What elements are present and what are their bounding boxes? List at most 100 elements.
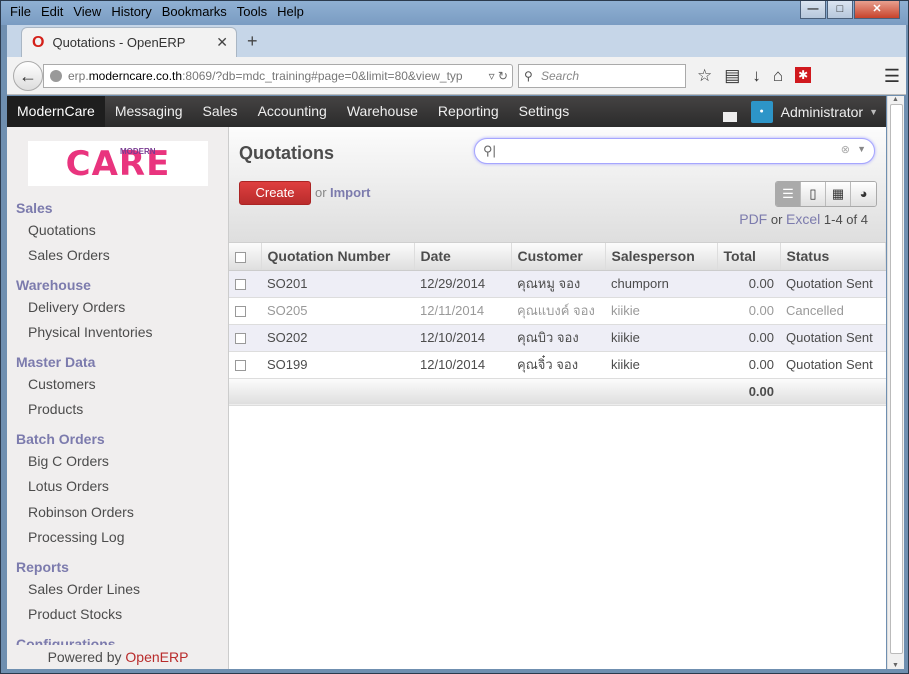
export-excel-link[interactable]: Excel [786,211,820,227]
menu-tools[interactable]: Tools [232,3,272,23]
clear-search-icon[interactable]: ⊗ [841,143,850,156]
checkbox-icon[interactable] [235,360,246,372]
search-input[interactable]: ⚲| ⊗ ▼ [474,138,875,164]
menu-help[interactable]: Help [272,3,309,23]
column-quotation-number[interactable]: Quotation Number [261,243,415,271]
table-row[interactable]: SO199 12/10/2014 คุณจิ๋ว จอง kiikie 0.00… [229,351,886,379]
scroll-down-icon[interactable]: ▼ [892,662,899,669]
new-tab-icon[interactable]: + [247,31,258,52]
table-row[interactable]: SO202 12/10/2014 คุณบิว จอง kiikie 0.00 … [229,324,886,352]
sidebar-item-processing-log[interactable]: Processing Log [28,529,125,545]
pager-range[interactable]: 1-4 of 4 [824,212,868,227]
table-row[interactable]: SO201 12/29/2014 คุณหมู จอง chumporn 0.0… [229,270,886,298]
list-view-icon[interactable]: ☰ [776,182,801,206]
minimize-icon[interactable]: — [800,1,826,19]
graph-view-icon[interactable]: ◕ [851,182,876,206]
checkbox-icon[interactable] [235,306,246,318]
view-switcher: ☰ ▯ ▦ ◕ [775,181,877,207]
row-checkbox[interactable] [229,270,261,298]
view-header: Quotations ⚲| ⊗ ▼ Create or Import ☰ ▯ ▦… [229,127,886,243]
home-icon[interactable]: ⌂ [773,66,783,86]
checkbox-icon[interactable] [235,333,246,345]
sidebar-item-delivery-orders[interactable]: Delivery Orders [28,299,125,315]
tab-title: Quotations - OpenERP [52,35,186,50]
or-label: or [315,185,327,200]
checkbox-icon[interactable] [235,252,246,264]
nav-settings[interactable]: Settings [509,96,580,127]
sidebar-item-big-c-orders[interactable]: Big C Orders [28,453,109,469]
cell-date: 12/11/2014 [414,297,511,325]
close-window-icon[interactable]: ✕ [854,1,900,19]
bookmark-star-icon[interactable]: ☆ [697,66,712,86]
nav-accounting[interactable]: Accounting [248,96,337,127]
sidebar-section-batch-orders: Batch Orders [16,431,105,447]
quotations-table: Quotation Number Date Customer Salespers… [229,243,886,406]
sidebar-item-physical-inventories[interactable]: Physical Inventories [28,324,153,340]
menu-file[interactable]: File [5,3,36,23]
browser-tab[interactable]: O Quotations - OpenERP ✕ [21,27,237,57]
openerp-app: ModernCare Messaging Sales Accounting Wa… [7,96,886,669]
maximize-icon[interactable]: □ [827,1,853,19]
nav-sales[interactable]: Sales [193,96,248,127]
create-button[interactable]: Create [239,181,311,205]
nav-moderncare[interactable]: ModernCare [7,96,105,127]
url-bar[interactable]: erp.moderncare.co.th:8069/?db=mdc_traini… [43,64,513,88]
column-salesperson[interactable]: Salesperson [605,243,718,271]
sidebar-item-robinson-orders[interactable]: Robinson Orders [28,504,134,520]
checkbox-icon[interactable] [235,279,246,291]
column-date[interactable]: Date [414,243,512,271]
pager: PDF or Excel 1-4 of 4 [739,211,868,227]
cell-number: SO201 [261,270,414,298]
column-status[interactable]: Status [780,243,886,271]
vertical-scrollbar[interactable]: ▲ ▼ [887,96,904,669]
download-icon[interactable]: ↓ [752,66,761,86]
table-row[interactable]: SO205 12/11/2014 คุณแบงค์ จอง kiikie 0.0… [229,297,886,325]
cell-customer: คุณบิว จอง [511,324,605,352]
browser-search-input[interactable]: ⚲ Search [518,64,686,88]
cell-number: SO202 [261,324,414,352]
form-view-icon[interactable]: ▯ [801,182,826,206]
cell-customer: คุณแบงค์ จอง [511,297,605,325]
nav-messaging[interactable]: Messaging [105,96,193,127]
row-checkbox[interactable] [229,351,261,379]
menu-edit[interactable]: Edit [36,3,68,23]
scrollbar-thumb[interactable] [890,104,903,654]
user-menu[interactable]: ● Administrator ▼ [722,96,878,127]
sidebar-item-products[interactable]: Products [28,401,83,417]
openerp-link[interactable]: OpenERP [125,649,188,665]
scroll-up-icon[interactable]: ▲ [892,96,899,103]
sidebar-item-product-stocks[interactable]: Product Stocks [28,606,122,622]
back-arrow-icon[interactable]: ← [13,61,43,91]
row-checkbox[interactable] [229,324,261,352]
menu-view[interactable]: View [68,3,106,23]
cell-total: 0.00 [717,270,780,298]
row-checkbox[interactable] [229,297,261,325]
select-all-checkbox[interactable] [229,243,262,271]
main-content: Quotations ⚲| ⊗ ▼ Create or Import ☰ ▯ ▦… [229,127,886,669]
addon-icon[interactable]: ✱ [795,67,812,83]
sidebar-item-customers[interactable]: Customers [28,376,96,392]
column-total[interactable]: Total [717,243,781,271]
menu-history[interactable]: History [106,3,156,23]
import-link[interactable]: Import [330,185,370,200]
column-customer[interactable]: Customer [511,243,606,271]
calendar-view-icon[interactable]: ▦ [826,182,851,206]
sidebar-item-sales-order-lines[interactable]: Sales Order Lines [28,581,140,597]
tab-close-icon[interactable]: ✕ [216,34,228,51]
sidebar-item-quotations[interactable]: Quotations [28,222,96,238]
search-options-icon[interactable]: ▼ [857,144,866,154]
reading-list-icon[interactable]: ▤ [724,66,740,86]
company-logo: MODERN CARE [28,141,208,186]
nav-warehouse[interactable]: Warehouse [337,96,428,127]
sidebar-item-lotus-orders[interactable]: Lotus Orders [28,478,109,494]
hamburger-menu-icon[interactable]: ☰ [884,66,900,87]
menu-bar: File Edit View History Bookmarks Tools H… [5,3,309,23]
reload-icon[interactable]: ▿ ↻ [484,65,508,87]
nav-reporting[interactable]: Reporting [428,96,509,127]
sidebar-item-sales-orders[interactable]: Sales Orders [28,247,110,263]
mail-icon[interactable] [722,111,737,122]
cell-total: 0.00 [717,351,780,379]
menu-bookmarks[interactable]: Bookmarks [157,3,232,23]
search-icon: ⚲| [483,143,496,158]
export-pdf-link[interactable]: PDF [739,211,767,227]
